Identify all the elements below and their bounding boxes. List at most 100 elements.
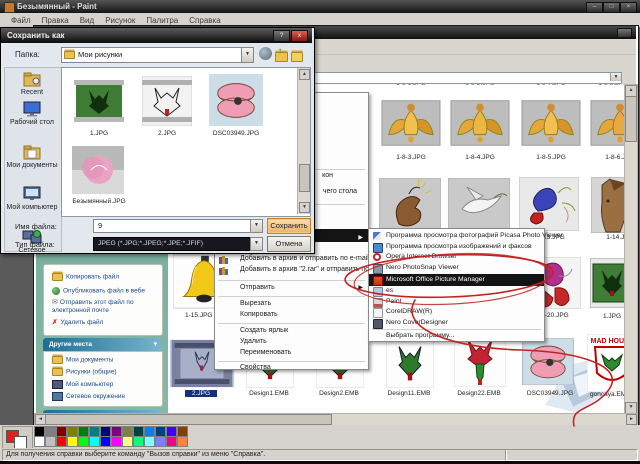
submenu-item-image-fax-viewer[interactable]: Программа просмотра изображений и факсов xyxy=(369,242,544,253)
address-dropdown-icon[interactable]: ▼ xyxy=(610,73,621,81)
sidebar-item-recent[interactable]: Recent xyxy=(6,71,58,96)
new-folder-icon[interactable] xyxy=(291,48,303,62)
palette-color[interactable] xyxy=(56,436,67,447)
explorer-close-button[interactable] xyxy=(617,28,632,38)
file-thumbnail[interactable] xyxy=(521,95,581,151)
file-label[interactable]: 1-8-3.JPG xyxy=(381,154,441,161)
scrollbar-thumb[interactable] xyxy=(299,164,310,192)
place-my-computer[interactable]: Мой компьютер xyxy=(52,380,113,389)
file-thumbnail[interactable] xyxy=(450,95,510,151)
filetype-dropdown-icon[interactable]: ▼ xyxy=(250,237,263,251)
context-menu-item-copy[interactable]: Копировать xyxy=(215,311,368,318)
submenu-item-es[interactable]: es xyxy=(369,287,544,297)
collapse-icon[interactable]: ▾ xyxy=(154,338,157,351)
submenu-item-nero-cover[interactable]: Nero CoverDesigner xyxy=(369,318,544,329)
file-thumbnail[interactable] xyxy=(379,178,441,232)
sidebar-item-desktop[interactable]: Рабочий стол xyxy=(6,101,58,126)
file-label[interactable]: 1-15.JPG xyxy=(185,312,215,319)
context-menu-item[interactable]: Добавить в архив и отправить по e-mail..… xyxy=(215,255,375,264)
dialog-file-thumbnail[interactable] xyxy=(142,76,192,126)
dialog-file-label[interactable]: 1.JPG xyxy=(69,130,129,137)
palette-color[interactable] xyxy=(122,436,133,447)
palette-color[interactable] xyxy=(34,436,45,447)
dialog-file-label[interactable]: Безымянный.JPG xyxy=(68,198,130,205)
folder-combobox[interactable]: Мои рисунки xyxy=(61,47,243,63)
dialog-file-thumbnail[interactable] xyxy=(72,146,124,194)
palette-color[interactable] xyxy=(177,436,188,447)
sidebar-item-my-computer[interactable]: Мой компьютер xyxy=(6,186,58,211)
up-folder-icon[interactable]: ↑ xyxy=(275,46,288,62)
maximize-button[interactable]: □ xyxy=(603,2,620,13)
scroll-down-icon[interactable]: ▼ xyxy=(299,202,310,213)
palette-color[interactable] xyxy=(155,436,166,447)
file-label[interactable]: 1-8-4.JPG xyxy=(450,154,510,161)
sidebar-item-my-documents[interactable]: Мои документы xyxy=(6,144,58,169)
file-thumbnail[interactable] xyxy=(386,340,434,388)
file-label[interactable]: Design22.EMB xyxy=(449,390,509,397)
context-menu-item[interactable]: Добавить в архив "2.rar" и отправить по … xyxy=(215,266,390,275)
place-shared-pictures[interactable]: Рисунки (общие) xyxy=(52,368,117,376)
context-menu-item-cut[interactable]: Вырезать xyxy=(215,300,368,307)
dialog-file-thumbnail[interactable] xyxy=(74,76,124,126)
file-label-selected[interactable]: 2.JPG xyxy=(185,390,217,397)
dialog-file-label[interactable]: 2.JPG xyxy=(137,130,197,137)
file-thumbnail[interactable] xyxy=(454,337,506,387)
task-publish-file[interactable]: Опубликовать файл в вебе xyxy=(52,287,145,295)
cancel-button[interactable]: Отмена xyxy=(267,236,311,252)
submenu-item-paint[interactable]: Paint xyxy=(369,297,544,308)
file-thumbnail[interactable] xyxy=(381,95,441,151)
dialog-file-thumbnail[interactable] xyxy=(209,73,263,127)
file-label[interactable]: Design2.EMB xyxy=(309,390,369,397)
scrollbar-thumb[interactable] xyxy=(45,414,332,425)
context-menu-item-shortcut[interactable]: Создать ярлык xyxy=(215,327,368,334)
file-label[interactable]: Design1.EMB xyxy=(239,390,299,397)
submenu-item-choose-program[interactable]: Выбрать программу... xyxy=(369,332,544,339)
filetype-combobox[interactable]: JPEG (*.JPG;*.JPEG;*.JPE;*.JFIF) xyxy=(93,237,255,251)
context-menu-item-rename[interactable]: Переименовать xyxy=(215,349,368,356)
minimize-button[interactable]: – xyxy=(586,2,603,13)
save-button[interactable]: Сохранить xyxy=(267,218,311,234)
scroll-up-icon[interactable]: ▲ xyxy=(299,69,310,80)
vertical-scrollbar[interactable]: ▲ ▼ xyxy=(624,84,638,415)
context-menu-item-properties[interactable]: Свойства xyxy=(215,364,368,371)
menu-file[interactable]: Файл xyxy=(11,16,31,25)
submenu-item-ms-picture-manager[interactable]: Microsoft Office Picture Manager xyxy=(369,274,544,286)
palette-color[interactable] xyxy=(144,436,155,447)
menu-palette[interactable]: Палитра xyxy=(146,16,178,25)
palette-color[interactable] xyxy=(45,436,56,447)
help-button[interactable]: ? xyxy=(273,30,290,42)
task-email-file[interactable]: ✉ Отправить этот файл по электронной почт… xyxy=(52,299,156,315)
context-menu-item-delete[interactable]: Удалить xyxy=(215,338,368,345)
dialog-file-label[interactable]: DSC03949.JPG xyxy=(206,130,266,137)
menu-edit[interactable]: Правка xyxy=(42,16,69,25)
submenu-item-picasa[interactable]: Программа просмотра фотографий Picasa Ph… xyxy=(369,232,563,240)
task-delete-file[interactable]: ✗ Удалить файл xyxy=(52,318,103,326)
submenu-item-opera[interactable]: Opera Internet Browser xyxy=(369,253,544,261)
palette-color[interactable] xyxy=(89,436,100,447)
context-menu-item-send[interactable]: Отправить ▶ xyxy=(215,284,368,291)
palette-color[interactable] xyxy=(111,436,122,447)
file-thumbnail[interactable] xyxy=(522,338,574,385)
task-copy-file[interactable]: Копировать файл xyxy=(52,273,119,281)
filename-dropdown-icon[interactable]: ▼ xyxy=(250,219,263,233)
palette-color[interactable] xyxy=(78,436,89,447)
place-network[interactable]: Сетевое окружение xyxy=(52,392,125,401)
file-list-scrollbar[interactable]: ▲ ▼ xyxy=(297,68,310,214)
place-my-documents[interactable]: Мои документы xyxy=(52,356,113,364)
scroll-right-icon[interactable]: ► xyxy=(626,414,637,425)
folder-dropdown-icon[interactable]: ▼ xyxy=(241,47,254,63)
submenu-item-nero-photosnap[interactable]: Nero PhotoSnap Viewer xyxy=(369,263,544,274)
palette-color[interactable] xyxy=(67,436,78,447)
dialog-close-button[interactable]: x xyxy=(291,30,308,42)
file-thumbnail[interactable] xyxy=(448,178,510,232)
scrollbar-thumb[interactable] xyxy=(625,96,637,142)
back-icon[interactable] xyxy=(259,47,272,60)
menu-help[interactable]: Справка xyxy=(189,16,220,25)
filename-input[interactable]: 9 xyxy=(93,219,255,233)
file-label[interactable]: Design11.EMB xyxy=(379,390,439,397)
palette-color[interactable] xyxy=(133,436,144,447)
file-label[interactable]: 1-8-5.JPG xyxy=(521,154,581,161)
other-places-header[interactable]: Другие места ▾ xyxy=(43,338,161,351)
menu-image[interactable]: Рисунок xyxy=(105,16,135,25)
close-button[interactable]: × xyxy=(620,2,637,13)
